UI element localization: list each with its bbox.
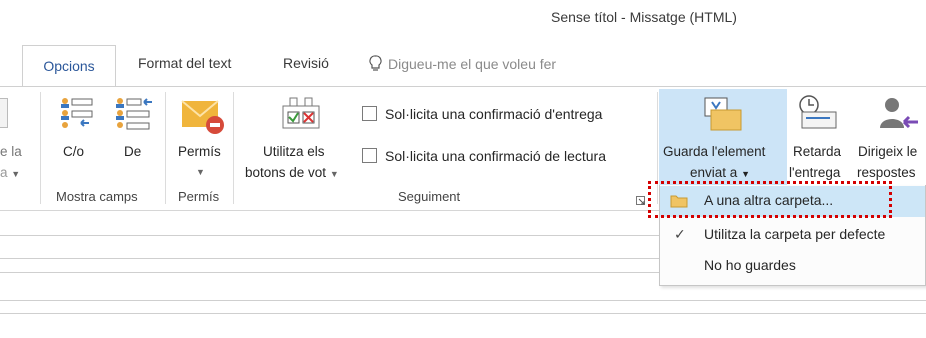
group-label-permis: Permís xyxy=(178,189,220,204)
body-divider xyxy=(0,272,660,273)
checkmark-icon: ✓ xyxy=(674,226,686,242)
dialog-launcher-icon[interactable] xyxy=(636,193,646,209)
group-separator xyxy=(233,92,234,204)
group-label-seguiment: Seguiment xyxy=(398,189,461,204)
direct-replies-label-1[interactable]: Dirigeix le xyxy=(858,141,917,162)
menu-item-label: No ho guardes xyxy=(704,257,796,273)
tab-format-del-text[interactable]: Format del text xyxy=(138,55,231,71)
restricted-envelope-icon xyxy=(181,100,224,134)
body-divider xyxy=(0,313,926,314)
save-sent-folder-icon xyxy=(703,96,743,137)
voting-buttons-label-2[interactable]: botons de vot ▼ xyxy=(245,162,339,185)
from-field-icon xyxy=(116,98,152,130)
lightbulb-icon xyxy=(369,55,382,71)
chevron-down-icon: ▼ xyxy=(329,169,339,179)
window-title: Sense títol - Missatge (HTML) xyxy=(551,9,737,25)
read-receipt-checkbox[interactable]: Sol·licita una confirmació de lectura xyxy=(362,148,606,164)
voting-buttons-label-1[interactable]: Utilitza els xyxy=(263,141,325,162)
voting-buttons-icon xyxy=(282,97,320,129)
menu-item-do-not-save[interactable]: No ho guardes xyxy=(660,251,925,282)
body-divider xyxy=(0,235,660,236)
menu-item-default-folder[interactable]: ✓ Utilitza la carpeta per defecte xyxy=(660,220,925,251)
permission-dropdown-arrow[interactable]: ▼ xyxy=(196,162,205,178)
delay-delivery-icon xyxy=(799,95,837,129)
permission-button[interactable] xyxy=(181,97,225,138)
tab-opcions[interactable]: Opcions xyxy=(22,45,116,87)
save-sent-item-label-1[interactable]: Guarda l'element xyxy=(663,141,765,162)
permission-button-label[interactable]: Permís xyxy=(178,141,221,162)
delivery-receipt-label: Sol·licita una confirmació d'entrega xyxy=(385,106,603,122)
from-button-label[interactable]: De xyxy=(124,141,141,162)
group-label-mostra-camps: Mostra camps xyxy=(56,189,138,204)
cc-button-label[interactable]: C/o xyxy=(63,141,84,162)
voting-buttons-button[interactable] xyxy=(281,96,321,135)
body-divider xyxy=(0,258,660,259)
chevron-down-icon: ▼ xyxy=(741,169,750,179)
partial-button-label-2: a ▼ xyxy=(0,165,21,180)
cc-button[interactable] xyxy=(59,96,95,133)
group-separator xyxy=(40,92,41,204)
direct-replies-label-2[interactable]: respostes xyxy=(857,162,916,183)
annotation-highlight xyxy=(648,181,892,218)
delivery-receipt-checkbox[interactable]: Sol·licita una confirmació d'entrega xyxy=(362,106,602,122)
cc-fields-icon xyxy=(61,98,93,128)
menu-item-label: Utilitza la carpeta per defecte xyxy=(704,226,886,242)
tab-revisio[interactable]: Revisió xyxy=(283,55,329,71)
group-separator xyxy=(165,92,166,204)
tell-me-box[interactable]: Digueu-me el que voleu fer xyxy=(369,55,556,72)
partial-button-icon xyxy=(0,98,8,128)
chevron-down-icon: ▼ xyxy=(196,167,205,177)
delay-delivery-label-2[interactable]: l'entrega xyxy=(789,162,840,183)
direct-replies-button[interactable] xyxy=(878,96,920,137)
partial-button-label-1[interactable]: e la xyxy=(0,141,22,162)
checkbox-icon[interactable] xyxy=(362,106,377,121)
direct-replies-icon xyxy=(880,98,918,129)
body-divider xyxy=(0,300,926,301)
checkbox-icon[interactable] xyxy=(362,148,377,163)
read-receipt-label: Sol·licita una confirmació de lectura xyxy=(385,148,606,164)
delay-delivery-label-1[interactable]: Retarda xyxy=(793,141,841,162)
delay-delivery-button[interactable] xyxy=(796,94,840,137)
from-button[interactable] xyxy=(114,96,154,133)
tell-me-text: Digueu-me el que voleu fer xyxy=(388,56,557,72)
